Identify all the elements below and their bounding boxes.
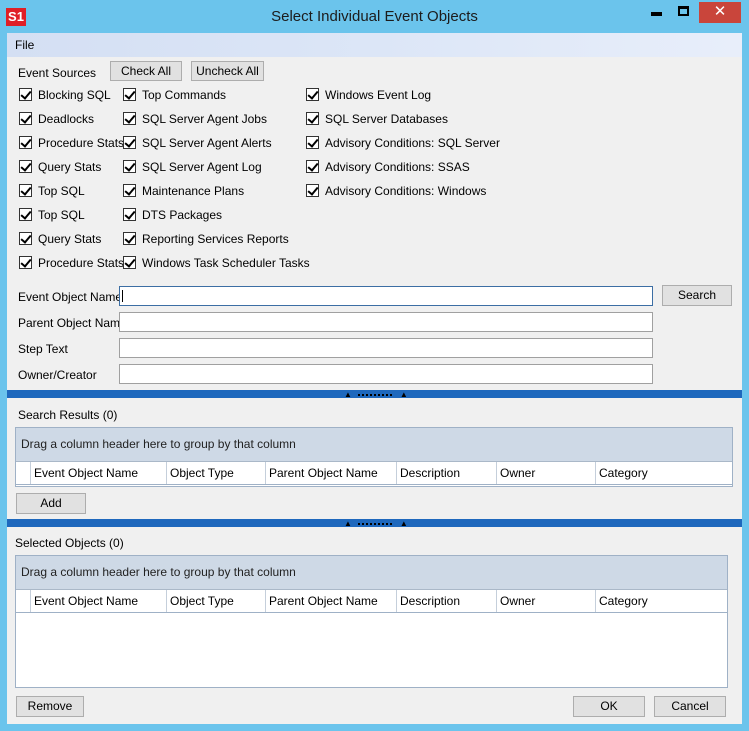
close-icon: ✕ xyxy=(713,3,727,20)
splitter-bottom[interactable]: ▲ ▲ xyxy=(7,519,742,528)
checkbox-checked-icon[interactable] xyxy=(306,184,319,197)
splitter-grip-icon: ▲ ▲ xyxy=(344,390,408,399)
cancel-button[interactable]: Cancel xyxy=(654,696,726,717)
splitter-grip-icon: ▲ ▲ xyxy=(344,519,408,528)
search-results-group-panel[interactable]: Drag a column header here to group by th… xyxy=(16,428,732,462)
remove-button[interactable]: Remove xyxy=(16,696,84,717)
checkbox-checked-icon[interactable] xyxy=(123,88,136,101)
event-source-label: SQL Server Databases xyxy=(325,112,448,126)
owner-creator-input[interactable] xyxy=(119,364,653,384)
owner-creator-label: Owner/Creator xyxy=(18,368,97,382)
selected-objects-group-hint: Drag a column header here to group by th… xyxy=(21,565,296,579)
checkbox-checked-icon[interactable] xyxy=(19,112,32,125)
row-indicator-header xyxy=(16,590,31,612)
checkbox-checked-icon[interactable] xyxy=(19,160,32,173)
search-button[interactable]: Search xyxy=(662,285,732,306)
maximize-icon xyxy=(678,6,689,16)
checkbox-checked-icon[interactable] xyxy=(306,112,319,125)
selected-objects-grid: Drag a column header here to group by th… xyxy=(15,555,728,688)
column-header[interactable]: Owner xyxy=(497,462,596,484)
event-source-label: Top SQL xyxy=(38,184,85,198)
menu-file[interactable]: File xyxy=(15,38,34,52)
checkbox-checked-icon[interactable] xyxy=(123,232,136,245)
title-bar[interactable]: S1 Select Individual Event Objects ✕ xyxy=(0,0,749,33)
event-source-label: Top SQL xyxy=(38,208,85,222)
checkbox-checked-icon[interactable] xyxy=(19,208,32,221)
checkbox-checked-icon[interactable] xyxy=(19,184,32,197)
checkbox-checked-icon[interactable] xyxy=(306,160,319,173)
checkbox-checked-icon[interactable] xyxy=(19,256,32,269)
column-header[interactable]: Event Object Name xyxy=(31,590,167,612)
ok-button[interactable]: OK xyxy=(573,696,645,717)
selected-objects-label: Selected Objects (0) xyxy=(15,536,124,550)
event-source-label: SQL Server Agent Jobs xyxy=(142,112,267,126)
column-header[interactable]: Category xyxy=(596,462,732,484)
row-indicator-header xyxy=(16,462,31,484)
column-header[interactable]: Owner xyxy=(497,590,596,612)
column-header[interactable]: Parent Object Name xyxy=(266,590,397,612)
minimize-icon xyxy=(651,12,662,16)
parent-object-name-input[interactable] xyxy=(119,312,653,332)
splitter-top[interactable]: ▲ ▲ xyxy=(7,390,742,399)
column-header[interactable]: Object Type xyxy=(167,590,266,612)
column-header[interactable]: Category xyxy=(596,590,732,612)
search-results-header-row: Event Object Name Object Type Parent Objec… xyxy=(16,462,732,485)
text-caret xyxy=(122,290,123,302)
close-button[interactable]: ✕ xyxy=(699,2,741,23)
event-source-label: Blocking SQL xyxy=(38,88,111,102)
parent-object-name-label: Parent Object Name xyxy=(18,316,127,330)
checkbox-checked-icon[interactable] xyxy=(123,112,136,125)
event-source-label: Query Stats xyxy=(38,160,102,174)
column-header[interactable]: Event Object Name xyxy=(31,462,167,484)
event-source-label: DTS Packages xyxy=(142,208,223,222)
event-source-label: Advisory Conditions: SSAS xyxy=(325,160,470,174)
event-source-label: SQL Server Agent Alerts xyxy=(142,136,272,150)
search-results-group-hint: Drag a column header here to group by th… xyxy=(21,437,296,451)
search-results-label: Search Results (0) xyxy=(18,408,118,422)
event-source-label: Procedure Stats xyxy=(38,136,125,150)
event-source-label: Windows Task Scheduler Tasks xyxy=(142,256,310,270)
column-header[interactable]: Parent Object Name xyxy=(266,462,397,484)
step-text-label: Step Text xyxy=(18,342,68,356)
checkbox-checked-icon[interactable] xyxy=(19,88,32,101)
event-object-name-label: Event Object Name xyxy=(18,290,123,304)
event-source-label: Procedure Stats xyxy=(38,256,125,270)
column-header[interactable]: Description xyxy=(397,462,497,484)
event-source-label: Reporting Services Reports xyxy=(142,232,289,246)
event-source-label: SQL Server Agent Log xyxy=(142,160,262,174)
event-sources-label: Event Sources xyxy=(18,66,97,80)
event-source-label: Advisory Conditions: SQL Server xyxy=(325,136,500,150)
event-source-label: Top Commands xyxy=(142,88,227,102)
checkbox-checked-icon[interactable] xyxy=(19,136,32,149)
event-object-name-input[interactable] xyxy=(119,286,653,306)
checkbox-checked-icon[interactable] xyxy=(123,136,136,149)
search-results-grid: Drag a column header here to group by th… xyxy=(15,427,733,487)
column-header[interactable]: Description xyxy=(397,590,497,612)
checkbox-checked-icon[interactable] xyxy=(123,256,136,269)
add-button[interactable]: Add xyxy=(16,493,86,514)
selected-objects-header-row: Event Object Name Object Type Parent Objec… xyxy=(16,590,727,613)
checkbox-checked-icon[interactable] xyxy=(19,232,32,245)
checkbox-checked-icon[interactable] xyxy=(123,208,136,221)
check-all-button[interactable]: Check All xyxy=(110,61,182,81)
checkbox-checked-icon[interactable] xyxy=(306,136,319,149)
dialog-window: S1 Select Individual Event Objects ✕ Fil… xyxy=(0,0,749,731)
step-text-input[interactable] xyxy=(119,338,653,358)
checkbox-checked-icon[interactable] xyxy=(306,88,319,101)
dialog-client-area: File Event Sources Check All Uncheck All… xyxy=(7,33,742,724)
checkbox-checked-icon[interactable] xyxy=(123,184,136,197)
event-source-label: Query Stats xyxy=(38,232,102,246)
event-source-label: Deadlocks xyxy=(38,112,95,126)
uncheck-all-button[interactable]: Uncheck All xyxy=(191,61,264,81)
selected-objects-group-panel[interactable]: Drag a column header here to group by th… xyxy=(16,556,727,590)
minimize-button[interactable] xyxy=(643,2,670,23)
menu-bar: File xyxy=(7,33,742,57)
window-title: Select Individual Event Objects xyxy=(271,8,478,25)
checkbox-checked-icon[interactable] xyxy=(123,160,136,173)
maximize-button[interactable] xyxy=(670,2,697,23)
event-source-label: Advisory Conditions: Windows xyxy=(325,184,487,198)
event-source-label: Windows Event Log xyxy=(325,88,432,102)
event-source-label: Maintenance Plans xyxy=(142,184,245,198)
column-header[interactable]: Object Type xyxy=(167,462,266,484)
